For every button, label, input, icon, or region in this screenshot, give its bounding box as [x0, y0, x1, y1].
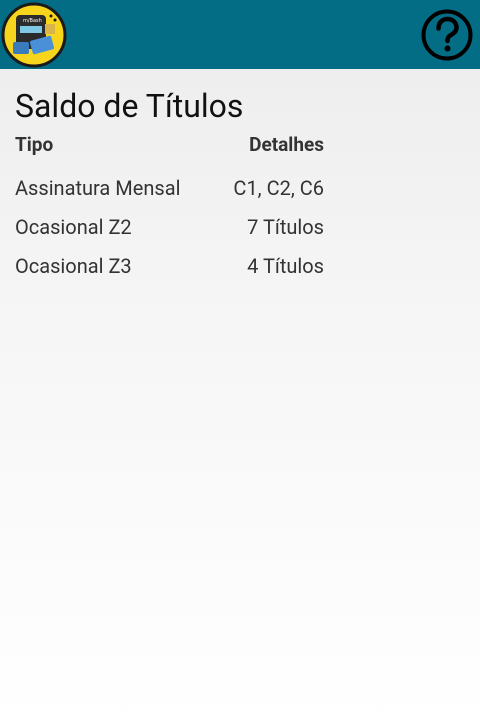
column-header-detalhes: Detalhes [249, 132, 324, 156]
row-detalhes: 4 Títulos [247, 253, 324, 278]
row-tipo: Ocasional Z2 [15, 214, 132, 239]
app-bar: m/Bash [0, 0, 480, 69]
page-title: Saldo de Títulos [15, 87, 244, 125]
app-logo-icon[interactable]: m/Bash [1, 2, 67, 68]
table-header-row: Tipo Detalhes [15, 128, 324, 160]
titles-table: Tipo Detalhes Assinatura Mensal C1, C2, … [15, 128, 324, 285]
table-row: Assinatura Mensal C1, C2, C6 [15, 168, 324, 207]
row-tipo: Ocasional Z3 [15, 253, 132, 278]
table-row: Ocasional Z2 7 Títulos [15, 207, 324, 246]
row-tipo: Assinatura Mensal [15, 175, 181, 200]
column-header-tipo: Tipo [15, 132, 54, 156]
svg-text:m/Bash: m/Bash [23, 18, 42, 24]
help-icon[interactable] [420, 8, 474, 62]
row-detalhes: 7 Títulos [247, 214, 324, 239]
table-row: Ocasional Z3 4 Títulos [15, 246, 324, 285]
row-detalhes: C1, C2, C6 [233, 175, 324, 200]
